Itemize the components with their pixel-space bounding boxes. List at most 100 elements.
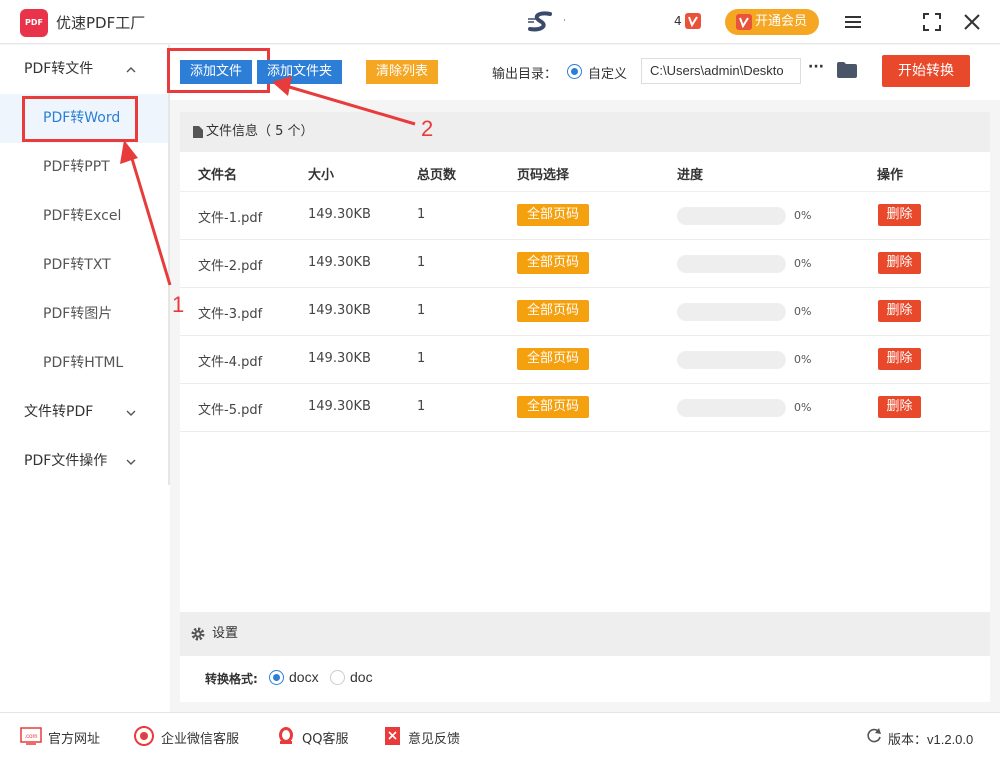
vip-icon xyxy=(736,14,752,30)
browse-more-button[interactable]: ··· xyxy=(808,59,824,75)
sidebar-item-label: PDF转Excel xyxy=(43,208,122,224)
page-select-button[interactable]: 全部页码 xyxy=(517,252,589,274)
table-row: 文件-5.pdf 149.30KB 1 全部页码 0% 删除 xyxy=(180,384,990,432)
toolbar: 添加文件 添加文件夹 清除列表 输出目录： 自定义 C:\Users\admin… xyxy=(167,45,1000,100)
page-count: 1 xyxy=(417,207,426,222)
settings-header: 设置 xyxy=(180,612,990,656)
page-count: 1 xyxy=(417,399,426,414)
progress-bar xyxy=(677,255,786,273)
sidebar-group-file-to-pdf[interactable]: 文件转PDF xyxy=(0,388,168,437)
chevron-up-icon xyxy=(126,67,136,73)
sidebar-item-pdf-to-html[interactable]: PDF转HTML xyxy=(0,339,168,388)
maximize-icon[interactable] xyxy=(922,12,942,32)
sidebar-item-pdf-to-ppt[interactable]: PDF转PPT xyxy=(0,143,168,192)
table-row: 文件-3.pdf 149.30KB 1 全部页码 0% 删除 xyxy=(180,288,990,336)
progress-percent: 0% xyxy=(794,305,812,318)
sidebar-item-pdf-to-excel[interactable]: PDF转Excel xyxy=(0,192,168,241)
sidebar-item-pdf-to-word[interactable]: PDF转Word xyxy=(0,94,168,143)
sidebar-group-pdf-operations[interactable]: PDF文件操作 xyxy=(0,437,168,486)
column-header: 进度 xyxy=(677,168,704,183)
annotation-highlight-box-1 xyxy=(22,96,138,142)
app-title: 优速PDF工厂 xyxy=(56,14,146,32)
progress-percent: 0% xyxy=(794,353,812,366)
app-logo: PDF xyxy=(20,9,48,37)
page-count: 1 xyxy=(417,351,426,366)
delete-button[interactable]: 删除 xyxy=(878,300,921,322)
vip-badge-icon[interactable] xyxy=(685,13,701,29)
delete-button[interactable]: 删除 xyxy=(878,204,921,226)
sidebar-group-label: 文件转PDF xyxy=(24,404,94,420)
file-size: 149.30KB xyxy=(308,303,371,318)
file-size: 149.30KB xyxy=(308,207,371,222)
sidebar-group-label: PDF文件操作 xyxy=(24,453,108,469)
page-select-button[interactable]: 全部页码 xyxy=(517,348,589,370)
output-path-input[interactable]: C:\Users\admin\Deskto xyxy=(641,58,801,84)
title-bar: PDF 优速PDF工厂 4 开通会员 xyxy=(0,0,1000,44)
settings-title: 设置 xyxy=(212,626,239,641)
table-row: 文件-1.pdf 149.30KB 1 全部页码 0% 删除 xyxy=(180,192,990,240)
qq-support-link[interactable]: QQ客服 xyxy=(302,728,348,747)
page-select-button[interactable]: 全部页码 xyxy=(517,300,589,322)
folder-icon[interactable] xyxy=(837,62,857,78)
file-name: 文件-3.pdf xyxy=(198,307,263,322)
column-header: 页码选择 xyxy=(517,168,570,183)
vip-label: 开通会员 xyxy=(755,14,808,29)
delete-button[interactable]: 删除 xyxy=(878,252,921,274)
gear-icon xyxy=(191,627,205,641)
file-name: 文件-2.pdf xyxy=(198,259,263,274)
progress-bar xyxy=(677,399,786,417)
sidebar-item-pdf-to-txt[interactable]: PDF转TXT xyxy=(0,241,168,290)
sidebar-divider xyxy=(168,45,170,485)
feedback-icon xyxy=(385,727,400,745)
website-icon: .com xyxy=(20,727,42,745)
progress-bar xyxy=(677,303,786,321)
wechat-icon xyxy=(134,726,154,746)
page-count: 1 xyxy=(417,255,426,270)
add-folder-button[interactable]: 添加文件夹 xyxy=(257,60,342,84)
annotation-highlight-box-2 xyxy=(167,48,270,93)
official-website-link[interactable]: 官方网址 xyxy=(48,728,100,747)
vip-button[interactable]: 开通会员 xyxy=(725,9,819,35)
wechat-support-link[interactable]: 企业微信客服 xyxy=(161,728,239,747)
column-header: 总页数 xyxy=(417,168,457,183)
custom-output-radio[interactable] xyxy=(567,64,582,79)
chevron-down-icon xyxy=(126,459,136,465)
refresh-icon[interactable] xyxy=(864,726,884,746)
progress-percent: 0% xyxy=(794,257,812,270)
sidebar-item-pdf-to-image[interactable]: PDF转图片 xyxy=(0,290,168,339)
column-header: 操作 xyxy=(877,168,904,183)
menu-icon[interactable] xyxy=(843,12,863,32)
delete-button[interactable]: 删除 xyxy=(878,396,921,418)
sidebar-item-label: PDF转图片 xyxy=(43,306,113,322)
sidebar-group-label: PDF转文件 xyxy=(24,61,94,77)
column-header: 文件名 xyxy=(198,168,238,183)
file-name: 文件-1.pdf xyxy=(198,211,263,226)
file-size: 149.30KB xyxy=(308,399,371,414)
table-row: 文件-2.pdf 149.30KB 1 全部页码 0% 删除 xyxy=(180,240,990,288)
sidebar-group-pdf-to-file[interactable]: PDF转文件 xyxy=(0,45,168,94)
sidebar-item-label: PDF转HTML xyxy=(43,355,124,371)
format-doc-radio[interactable] xyxy=(330,670,345,685)
clear-list-button[interactable]: 清除列表 xyxy=(366,60,438,84)
file-name: 文件-4.pdf xyxy=(198,355,263,370)
feedback-link[interactable]: 意见反馈 xyxy=(408,728,460,747)
page-select-button[interactable]: 全部页码 xyxy=(517,396,589,418)
annotation-step-2: 2 xyxy=(421,116,434,141)
file-size: 149.30KB xyxy=(308,351,371,366)
sidebar: PDF转文件 PDF转Word PDF转PPT PDF转Excel PDF转TX… xyxy=(0,45,170,712)
output-dir-label: 输出目录： xyxy=(492,67,558,82)
delete-button[interactable]: 删除 xyxy=(878,348,921,370)
start-convert-button[interactable]: 开始转换 xyxy=(882,55,970,87)
website-icon-text: .com xyxy=(24,734,37,740)
page-select-button[interactable]: 全部页码 xyxy=(517,204,589,226)
close-icon[interactable] xyxy=(962,12,982,32)
format-docx-radio[interactable] xyxy=(269,670,284,685)
progress-percent: 0% xyxy=(794,209,812,222)
progress-percent: 0% xyxy=(794,401,812,414)
progress-bar xyxy=(677,351,786,369)
page-count: 1 xyxy=(417,303,426,318)
file-info-header: 文件信息（ 5 个） xyxy=(180,112,990,152)
convert-format-label: 转换格式: xyxy=(205,672,258,686)
file-info-title: 文件信息（ 5 个） xyxy=(206,124,314,139)
file-name: 文件-5.pdf xyxy=(198,403,263,418)
